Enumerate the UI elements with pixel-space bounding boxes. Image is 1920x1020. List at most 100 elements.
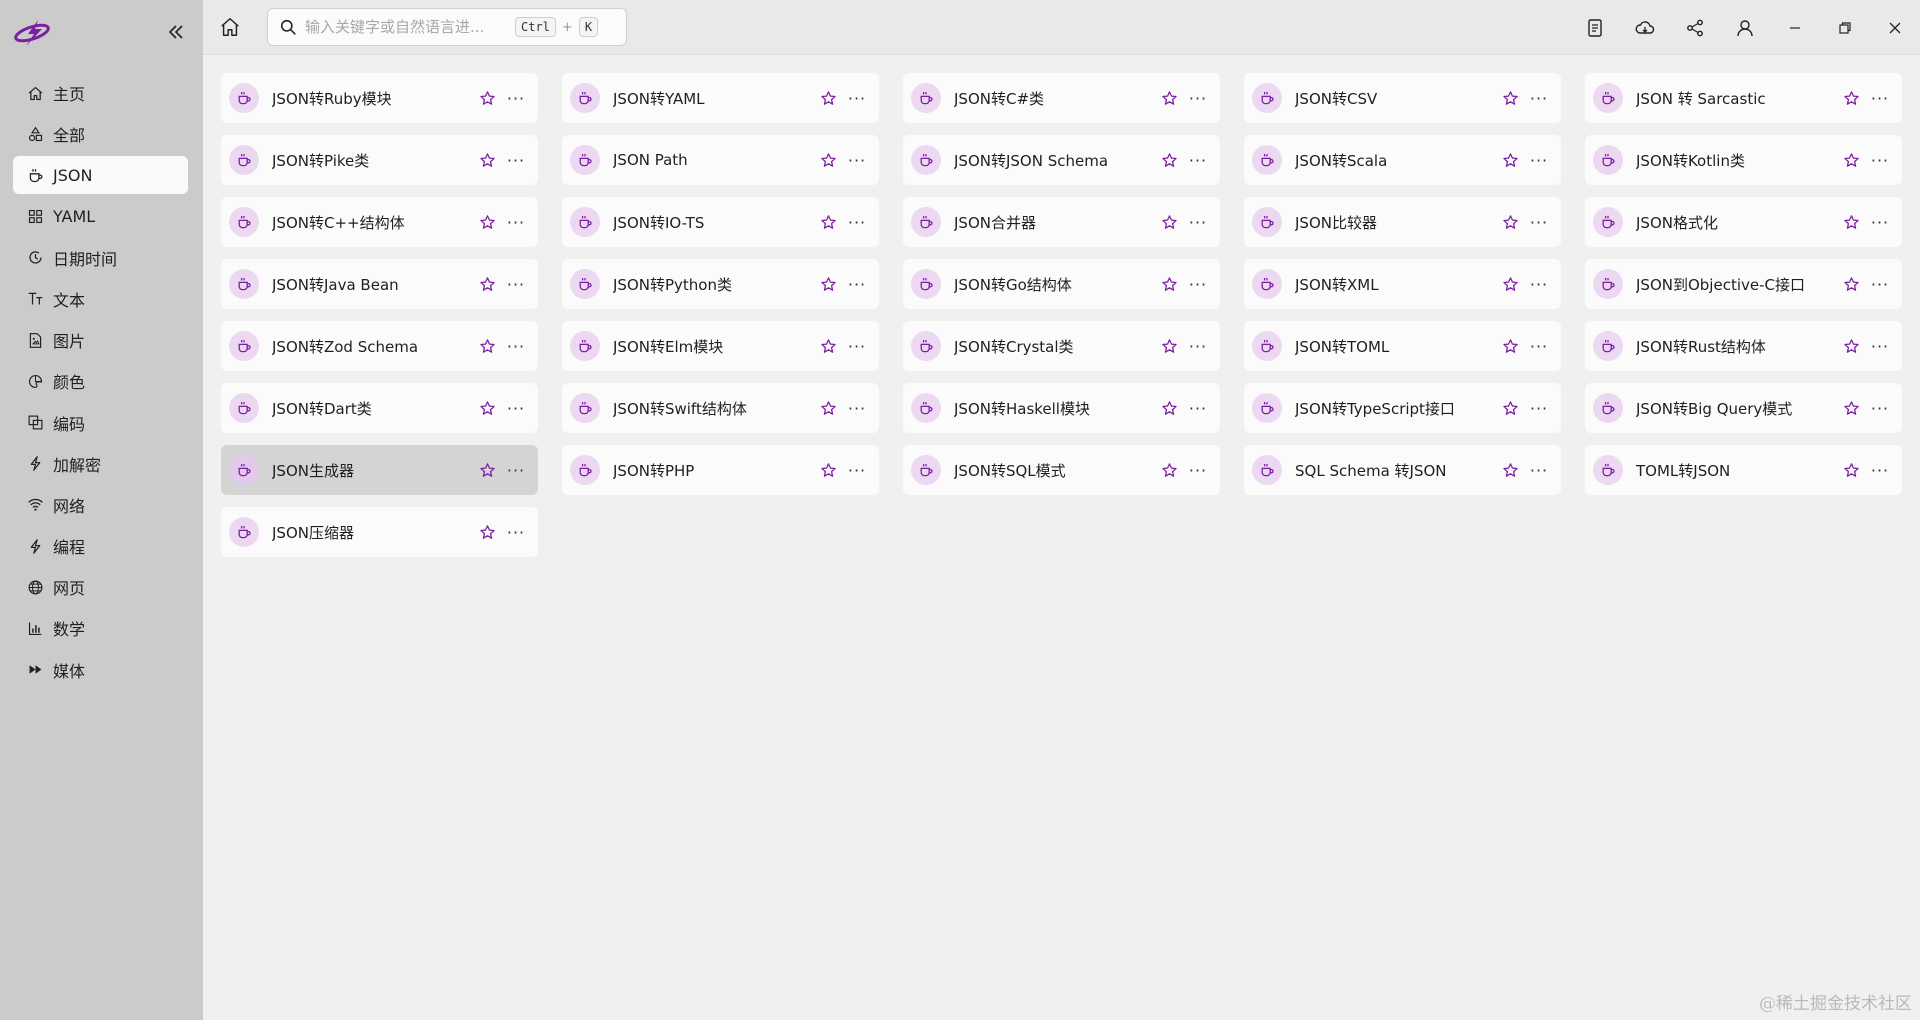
more-icon[interactable]: ··· xyxy=(1527,459,1551,481)
star-icon[interactable] xyxy=(1840,273,1862,295)
more-icon[interactable]: ··· xyxy=(1186,335,1210,357)
tool-card[interactable]: JSON格式化 ··· xyxy=(1585,197,1902,247)
tool-card[interactable]: JSON转PHP ··· xyxy=(562,445,879,495)
star-icon[interactable] xyxy=(476,273,498,295)
star-icon[interactable] xyxy=(1840,335,1862,357)
sidebar-item-10[interactable]: 网络 xyxy=(13,486,188,524)
more-icon[interactable]: ··· xyxy=(1868,335,1892,357)
sidebar-item-4[interactable]: 日期时间 xyxy=(13,239,188,277)
more-icon[interactable]: ··· xyxy=(845,335,869,357)
tool-card[interactable]: JSON转Elm模块 ··· xyxy=(562,321,879,371)
tool-card[interactable]: JSON Path ··· xyxy=(562,135,879,185)
sidebar-item-7[interactable]: 颜色 xyxy=(13,362,188,400)
more-icon[interactable]: ··· xyxy=(1868,211,1892,233)
sidebar-item-13[interactable]: 数学 xyxy=(13,609,188,647)
star-icon[interactable] xyxy=(1499,335,1521,357)
star-icon[interactable] xyxy=(1158,149,1180,171)
tool-card[interactable]: JSON转Rust结构体 ··· xyxy=(1585,321,1902,371)
star-icon[interactable] xyxy=(1158,273,1180,295)
tool-card[interactable]: SQL Schema 转JSON ··· xyxy=(1244,445,1561,495)
more-icon[interactable]: ··· xyxy=(845,459,869,481)
star-icon[interactable] xyxy=(817,149,839,171)
star-icon[interactable] xyxy=(1840,211,1862,233)
star-icon[interactable] xyxy=(1499,211,1521,233)
tool-card[interactable]: JSON转TOML ··· xyxy=(1244,321,1561,371)
more-icon[interactable]: ··· xyxy=(504,521,528,543)
close-icon[interactable] xyxy=(1870,0,1920,55)
star-icon[interactable] xyxy=(817,459,839,481)
more-icon[interactable]: ··· xyxy=(1527,397,1551,419)
star-icon[interactable] xyxy=(476,521,498,543)
more-icon[interactable]: ··· xyxy=(504,87,528,109)
more-icon[interactable]: ··· xyxy=(504,397,528,419)
star-icon[interactable] xyxy=(1158,211,1180,233)
tool-card[interactable]: JSON转Python类 ··· xyxy=(562,259,879,309)
sidebar-item-0[interactable]: 主页 xyxy=(13,74,188,112)
more-icon[interactable]: ··· xyxy=(504,335,528,357)
sidebar-item-2[interactable]: JSON xyxy=(13,156,188,195)
tool-card[interactable]: JSON转Dart类 ··· xyxy=(221,383,538,433)
sidebar-item-9[interactable]: 加解密 xyxy=(13,445,188,483)
tool-card[interactable]: JSON转SQL模式 ··· xyxy=(903,445,1220,495)
tool-card[interactable]: JSON转Java Bean ··· xyxy=(221,259,538,309)
home-icon[interactable] xyxy=(217,14,243,40)
more-icon[interactable]: ··· xyxy=(845,149,869,171)
tool-card[interactable]: JSON转Big Query模式 ··· xyxy=(1585,383,1902,433)
more-icon[interactable]: ··· xyxy=(1868,273,1892,295)
tool-card[interactable]: JSON转Kotlin类 ··· xyxy=(1585,135,1902,185)
tool-card[interactable]: JSON到Objective-C接口 ··· xyxy=(1585,259,1902,309)
tool-card[interactable]: JSON转TypeScript接口 ··· xyxy=(1244,383,1561,433)
star-icon[interactable] xyxy=(1499,273,1521,295)
tool-card[interactable]: JSON转IO-TS ··· xyxy=(562,197,879,247)
star-icon[interactable] xyxy=(817,397,839,419)
double-chevron-left-icon[interactable] xyxy=(162,18,190,46)
star-icon[interactable] xyxy=(1499,149,1521,171)
more-icon[interactable]: ··· xyxy=(845,211,869,233)
cloud-icon[interactable] xyxy=(1620,0,1670,55)
tool-card[interactable]: JSON转YAML ··· xyxy=(562,73,879,123)
star-icon[interactable] xyxy=(817,87,839,109)
tool-card[interactable]: JSON转C++结构体 ··· xyxy=(221,197,538,247)
more-icon[interactable]: ··· xyxy=(845,87,869,109)
more-icon[interactable]: ··· xyxy=(1527,87,1551,109)
star-icon[interactable] xyxy=(1158,335,1180,357)
tool-card[interactable]: JSON转Zod Schema ··· xyxy=(221,321,538,371)
more-icon[interactable]: ··· xyxy=(1186,459,1210,481)
star-icon[interactable] xyxy=(1499,87,1521,109)
sidebar-item-11[interactable]: 编程 xyxy=(13,527,188,565)
more-icon[interactable]: ··· xyxy=(1527,273,1551,295)
star-icon[interactable] xyxy=(476,459,498,481)
more-icon[interactable]: ··· xyxy=(845,397,869,419)
star-icon[interactable] xyxy=(1158,459,1180,481)
sidebar-item-3[interactable]: YAML xyxy=(13,198,188,236)
minimize-icon[interactable] xyxy=(1770,0,1820,55)
more-icon[interactable]: ··· xyxy=(1868,397,1892,419)
star-icon[interactable] xyxy=(1499,459,1521,481)
document-icon[interactable] xyxy=(1570,0,1620,55)
star-icon[interactable] xyxy=(1840,459,1862,481)
star-icon[interactable] xyxy=(817,211,839,233)
tool-card[interactable]: JSON压缩器 ··· xyxy=(221,507,538,557)
tool-card[interactable]: JSON转JSON Schema ··· xyxy=(903,135,1220,185)
search-box[interactable]: Ctrl + K xyxy=(267,8,627,46)
tool-card[interactable]: JSON生成器 ··· xyxy=(221,445,538,495)
tool-card[interactable]: JSON 转 Sarcastic ··· xyxy=(1585,73,1902,123)
tool-card[interactable]: JSON合并器 ··· xyxy=(903,197,1220,247)
star-icon[interactable] xyxy=(476,149,498,171)
more-icon[interactable]: ··· xyxy=(845,273,869,295)
star-icon[interactable] xyxy=(817,273,839,295)
sidebar-item-6[interactable]: 图片 xyxy=(13,321,188,359)
star-icon[interactable] xyxy=(476,397,498,419)
more-icon[interactable]: ··· xyxy=(1868,459,1892,481)
star-icon[interactable] xyxy=(476,211,498,233)
tool-card[interactable]: JSON比较器 ··· xyxy=(1244,197,1561,247)
star-icon[interactable] xyxy=(476,335,498,357)
tool-card[interactable]: JSON转Haskell模块 ··· xyxy=(903,383,1220,433)
search-input[interactable] xyxy=(305,18,515,36)
tool-card[interactable]: JSON转C#类 ··· xyxy=(903,73,1220,123)
more-icon[interactable]: ··· xyxy=(1186,149,1210,171)
more-icon[interactable]: ··· xyxy=(504,459,528,481)
sidebar-item-12[interactable]: 网页 xyxy=(13,568,188,606)
sidebar-item-14[interactable]: 媒体 xyxy=(13,651,188,689)
star-icon[interactable] xyxy=(1840,87,1862,109)
